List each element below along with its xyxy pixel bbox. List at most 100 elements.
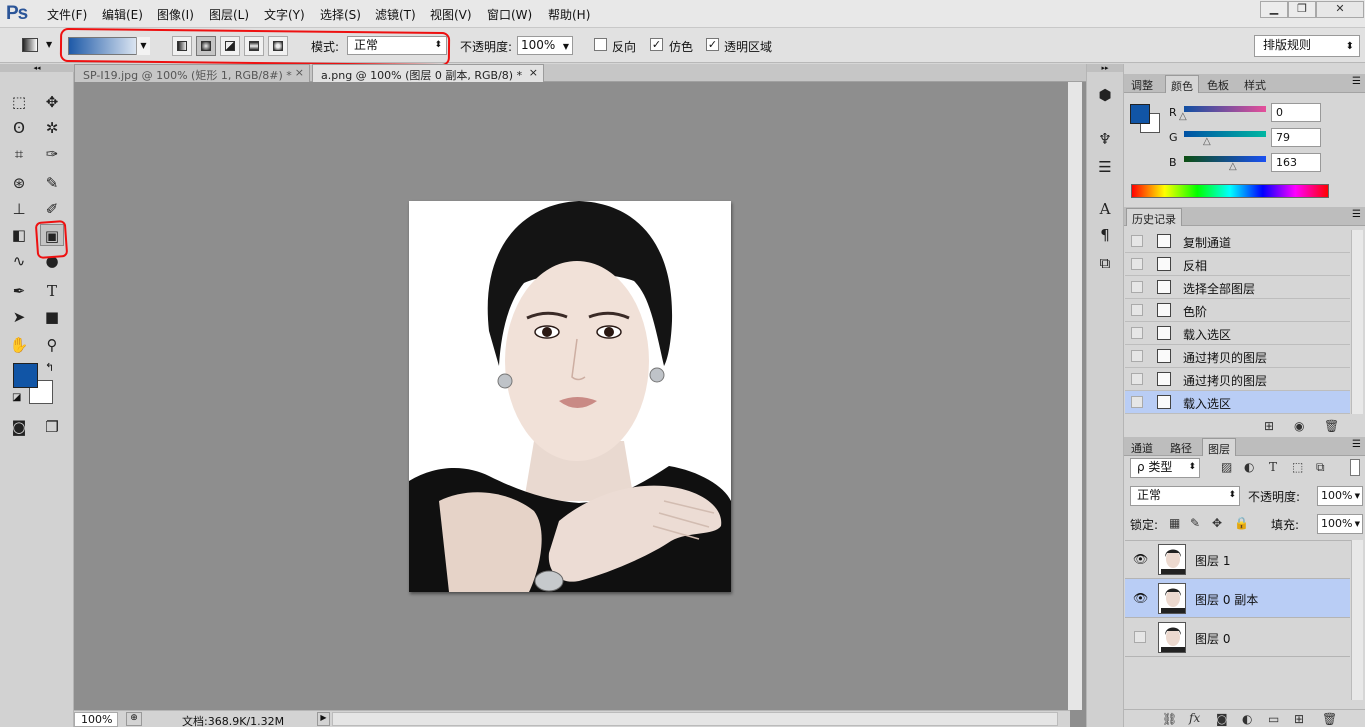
tab-a-png[interactable]: a.png @ 100% (图层 0 副本, RGB/8) * ×	[312, 64, 544, 82]
tab-paths[interactable]: 路径	[1165, 438, 1197, 456]
reverse-checkbox[interactable]	[594, 38, 607, 51]
adjustment-filter-icon[interactable]: ◐	[1244, 460, 1254, 474]
workspace-select[interactable]: 排版规则 ⬍	[1254, 35, 1360, 57]
dither-checkbox[interactable]: ✓	[650, 38, 663, 51]
layer-filter-select[interactable]: ρ 类型 ⬍	[1130, 458, 1200, 478]
menu-edit[interactable]: 编辑(E)	[102, 6, 143, 23]
trash-icon[interactable]: 🗑	[1322, 712, 1337, 726]
eye-icon[interactable]: 👁	[1133, 552, 1148, 566]
adjustment-layer-icon[interactable]: ◐	[1242, 712, 1252, 726]
filter-toggle[interactable]	[1350, 459, 1360, 476]
color-ramp[interactable]	[1131, 184, 1329, 198]
panel-expand-icon[interactable]: ▸▸	[1087, 64, 1123, 72]
layer-row[interactable]: 👁 图层 1	[1125, 540, 1350, 579]
eyedropper-icon[interactable]: ✑	[40, 143, 64, 165]
stamp-tool-icon[interactable]: ⊥	[7, 198, 31, 220]
g-input[interactable]: 79	[1271, 128, 1321, 147]
menu-layer[interactable]: 图层(L)	[209, 6, 249, 23]
document-canvas[interactable]	[409, 201, 731, 592]
layer-opacity-input[interactable]: 100% ▼	[1317, 486, 1363, 506]
type-filter-icon[interactable]: T	[1269, 460, 1277, 474]
history-item[interactable]: 载入选区	[1125, 322, 1350, 345]
history-checkbox[interactable]	[1131, 258, 1143, 270]
tab-color[interactable]: 颜色	[1165, 75, 1199, 93]
link-layers-icon[interactable]: ⛓	[1162, 712, 1177, 726]
restore-button[interactable]: ❐	[1288, 1, 1316, 18]
status-icon[interactable]: ⊕	[126, 712, 142, 726]
tab-styles[interactable]: 样式	[1239, 75, 1271, 93]
history-item[interactable]: 反相	[1125, 253, 1350, 276]
history-checkbox[interactable]	[1131, 235, 1143, 247]
gradient-tool-preset-icon[interactable]	[22, 38, 38, 52]
lock-pixels-icon[interactable]: ✎	[1190, 516, 1200, 530]
lock-all-icon[interactable]: 🔒	[1234, 516, 1249, 530]
panel-menu-icon[interactable]: ☰	[1352, 209, 1361, 220]
hand-tool-icon[interactable]: ✋	[7, 334, 31, 356]
g-slider[interactable]	[1184, 131, 1266, 137]
swap-colors-icon[interactable]: ↰	[45, 361, 54, 374]
brush-presets-icon[interactable]: ☰	[1093, 156, 1117, 178]
vertical-scrollbar[interactable]	[1068, 82, 1082, 710]
panel-menu-icon[interactable]: ☰	[1352, 439, 1361, 450]
opacity-input[interactable]: 100% ▼	[517, 36, 573, 55]
blend-mode-select[interactable]: 正常 ⬍	[1130, 486, 1240, 506]
layer-name[interactable]: 图层 1	[1195, 552, 1230, 569]
tab-sp-i19[interactable]: SP-I19.jpg @ 100% (矩形 1, RGB/8#) * ×	[74, 64, 310, 82]
panel-collapse-icon[interactable]: ◂◂	[0, 64, 74, 72]
history-checkbox[interactable]	[1131, 396, 1143, 408]
history-checkbox[interactable]	[1131, 327, 1143, 339]
layer-name[interactable]: 图层 0 副本	[1195, 591, 1258, 608]
layers-scrollbar[interactable]	[1351, 540, 1363, 700]
b-input[interactable]: 163	[1271, 153, 1321, 172]
b-slider[interactable]	[1184, 156, 1266, 162]
tab-adjustments[interactable]: 调整	[1126, 75, 1158, 93]
menu-file[interactable]: 文件(F)	[47, 6, 87, 23]
menu-filter[interactable]: 滤镜(T)	[375, 6, 416, 23]
type-tool-icon[interactable]: T	[40, 280, 64, 302]
screen-mode-icon[interactable]: ❐	[40, 416, 64, 438]
history-tab[interactable]: 历史记录	[1126, 208, 1182, 226]
shape-filter-icon[interactable]: ⬚	[1292, 460, 1303, 474]
status-menu-icon[interactable]: ▶	[317, 712, 330, 726]
pen-tool-icon[interactable]: ✒	[7, 280, 31, 302]
color-fg-swatch[interactable]	[1130, 104, 1150, 124]
zoom-level[interactable]: 100%	[74, 712, 118, 727]
slider-thumb-icon[interactable]: △	[1203, 136, 1211, 147]
foreground-color-swatch[interactable]	[13, 363, 38, 388]
trash-icon[interactable]: 🗑	[1324, 419, 1339, 433]
3d-icon[interactable]: ⬢	[1093, 84, 1117, 106]
rectangle-tool-icon[interactable]: ■	[40, 306, 64, 328]
history-item-selected[interactable]: 载入选区	[1125, 391, 1350, 414]
history-item[interactable]: 复制通道	[1125, 230, 1350, 253]
marquee-tool-icon[interactable]: ⬚	[7, 91, 31, 113]
history-checkbox[interactable]	[1131, 304, 1143, 316]
camera-icon[interactable]: ◉	[1294, 419, 1304, 433]
move-tool-icon[interactable]: ✥	[40, 91, 64, 113]
brush-panel-icon[interactable]: ♆	[1093, 128, 1117, 150]
layer-row[interactable]: 图层 0	[1125, 618, 1350, 657]
crop-tool-icon[interactable]: ⌗	[7, 143, 31, 165]
eraser-tool-icon[interactable]: ◧	[7, 224, 31, 246]
lock-transparent-icon[interactable]: ▦	[1169, 516, 1180, 530]
history-item[interactable]: 色阶	[1125, 299, 1350, 322]
r-slider[interactable]	[1184, 106, 1266, 112]
history-item[interactable]: 选择全部图层	[1125, 276, 1350, 299]
tab-close-icon[interactable]: ×	[295, 66, 304, 79]
menu-select[interactable]: 选择(S)	[320, 6, 361, 23]
menu-type[interactable]: 文字(Y)	[264, 6, 305, 23]
menu-window[interactable]: 窗口(W)	[487, 6, 532, 23]
styles-panel-icon[interactable]: ⧉	[1093, 252, 1117, 274]
close-window-button[interactable]: ✕	[1316, 1, 1364, 18]
tab-close-icon[interactable]: ×	[529, 66, 538, 79]
lock-position-icon[interactable]: ✥	[1212, 516, 1222, 530]
fx-icon[interactable]: fx	[1189, 711, 1200, 725]
transparency-checkbox[interactable]: ✓	[706, 38, 719, 51]
folder-icon[interactable]: ▭	[1268, 712, 1279, 726]
tab-swatches[interactable]: 色板	[1202, 75, 1234, 93]
history-item[interactable]: 通过拷贝的图层	[1125, 368, 1350, 391]
r-input[interactable]: 0	[1271, 103, 1321, 122]
tab-channels[interactable]: 通道	[1126, 438, 1158, 456]
quick-mask-icon[interactable]: ◙	[7, 416, 31, 438]
magic-wand-icon[interactable]: ✲	[40, 117, 64, 139]
visibility-toggle[interactable]	[1134, 631, 1146, 643]
